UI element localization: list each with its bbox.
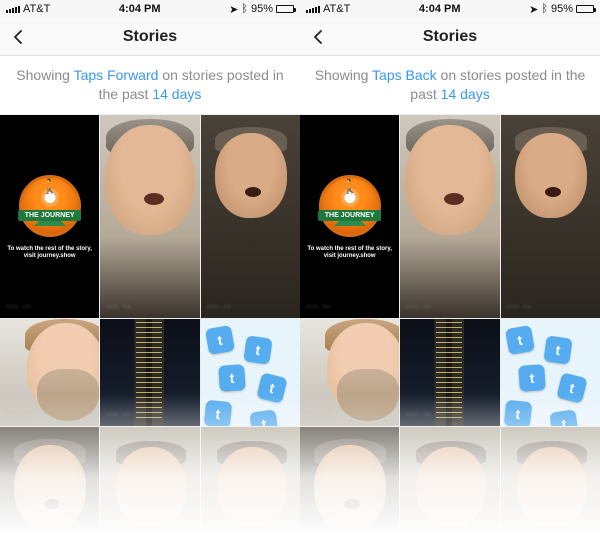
panel-right: AT&T 4:04 PM ➤ ᛒ 95% Stories Showing Tap… bbox=[300, 0, 600, 534]
status-bar: AT&T 4:04 PM ➤ ᛒ 95% bbox=[300, 0, 600, 18]
story-tile[interactable]: ··· ·· bbox=[400, 319, 499, 426]
stories-grid: 🚶 THE JOURNEY To watch the rest of the s… bbox=[0, 115, 300, 534]
story-tile[interactable]: ··· ·· bbox=[100, 115, 199, 318]
story-metric: ··· ·· bbox=[6, 301, 31, 312]
bluetooth-icon: ᛒ bbox=[241, 3, 248, 15]
panel-left: AT&T 4:04 PM ➤ ᛒ 95% Stories Showing Tap… bbox=[0, 0, 300, 534]
story-metric: ··· ·· bbox=[306, 301, 331, 312]
chevron-left-icon bbox=[312, 30, 326, 44]
chevron-left-icon bbox=[12, 30, 26, 44]
location-icon: ➤ bbox=[529, 3, 538, 16]
story-metric: ··· ·· bbox=[507, 301, 532, 312]
filter-description: Showing Taps Forward on stories posted i… bbox=[0, 56, 300, 115]
story-tile[interactable]: ··· ·· bbox=[201, 115, 300, 318]
status-time: 4:04 PM bbox=[119, 3, 161, 15]
carrier-label: AT&T bbox=[323, 3, 350, 15]
nav-bar: Stories bbox=[0, 18, 300, 56]
nav-title: Stories bbox=[423, 28, 477, 46]
back-button[interactable] bbox=[308, 26, 330, 48]
status-time: 4:04 PM bbox=[419, 3, 461, 15]
battery-pct: 95% bbox=[251, 3, 273, 15]
story-tile[interactable]: ··· ·· bbox=[501, 115, 600, 318]
bluetooth-icon: ᛒ bbox=[541, 3, 548, 15]
story-metric: ··· ·· bbox=[106, 409, 131, 420]
story-tile[interactable]: 🚶 THE JOURNEY To watch the rest of the s… bbox=[0, 115, 99, 318]
story-tile[interactable]: ··· ·· bbox=[0, 319, 99, 426]
metric-selector[interactable]: Taps Back bbox=[372, 67, 437, 83]
location-icon: ➤ bbox=[229, 3, 238, 16]
story-tile[interactable]: ··· ·· bbox=[300, 319, 399, 426]
story-metric: ··· ·· bbox=[507, 409, 532, 420]
story-tile[interactable]: t t t t t t ··· ·· bbox=[201, 319, 300, 426]
signal-icon bbox=[6, 6, 20, 13]
story-tile[interactable] bbox=[300, 427, 399, 534]
nav-title: Stories bbox=[123, 28, 177, 46]
journey-caption: To watch the rest of the story, visit jo… bbox=[4, 246, 95, 260]
status-bar: AT&T 4:04 PM ➤ ᛒ 95% bbox=[0, 0, 300, 18]
back-button[interactable] bbox=[8, 26, 30, 48]
story-metric: ··· ·· bbox=[406, 301, 431, 312]
story-tile[interactable] bbox=[201, 427, 300, 534]
story-metric: ··· ·· bbox=[6, 409, 31, 420]
story-tile[interactable]: ··· ·· bbox=[400, 115, 499, 318]
journey-caption: To watch the rest of the story, visit jo… bbox=[304, 246, 395, 260]
timeframe-selector[interactable]: 14 days bbox=[441, 86, 490, 102]
stories-grid: 🚶 THE JOURNEY To watch the rest of the s… bbox=[300, 115, 600, 534]
story-tile[interactable]: ··· ·· bbox=[100, 319, 199, 426]
story-tile[interactable] bbox=[400, 427, 499, 534]
metric-selector[interactable]: Taps Forward bbox=[74, 67, 159, 83]
story-tile[interactable]: 🚶 THE JOURNEY To watch the rest of the s… bbox=[300, 115, 399, 318]
journey-badge-icon: 🚶 THE JOURNEY bbox=[316, 172, 384, 240]
story-metric: ··· ·· bbox=[106, 301, 131, 312]
journey-badge-icon: 🚶 THE JOURNEY bbox=[16, 172, 84, 240]
story-tile[interactable]: t t t t t t ··· ·· bbox=[501, 319, 600, 426]
battery-icon bbox=[276, 5, 294, 13]
battery-pct: 95% bbox=[551, 3, 573, 15]
carrier-label: AT&T bbox=[23, 3, 50, 15]
signal-icon bbox=[306, 6, 320, 13]
story-tile[interactable] bbox=[501, 427, 600, 534]
battery-icon bbox=[576, 5, 594, 13]
filter-description: Showing Taps Back on stories posted in t… bbox=[300, 56, 600, 115]
story-metric: ··· ·· bbox=[306, 409, 331, 420]
nav-bar: Stories bbox=[300, 18, 600, 56]
timeframe-selector[interactable]: 14 days bbox=[152, 86, 201, 102]
story-tile[interactable] bbox=[100, 427, 199, 534]
story-metric: ··· ·· bbox=[207, 301, 232, 312]
story-metric: ··· ·· bbox=[207, 409, 232, 420]
story-tile[interactable] bbox=[0, 427, 99, 534]
story-metric: ··· ·· bbox=[406, 409, 431, 420]
